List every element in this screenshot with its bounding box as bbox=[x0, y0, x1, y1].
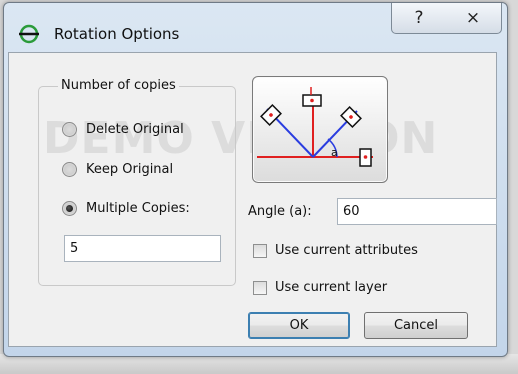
title-bar[interactable]: Rotation Options ? ⨯ bbox=[4, 3, 507, 55]
checkbox[interactable] bbox=[253, 280, 267, 295]
checkbox-label: Use current attributes bbox=[275, 243, 418, 258]
help-icon: ? bbox=[414, 8, 424, 28]
radio-label: Keep Original bbox=[86, 162, 174, 177]
close-icon: ⨯ bbox=[465, 8, 481, 28]
checkbox-use-current-layer[interactable]: Use current layer bbox=[253, 280, 387, 295]
checkbox[interactable] bbox=[253, 243, 267, 258]
radio-label: Multiple Copies: bbox=[86, 201, 190, 216]
rotation-preview-image: a bbox=[252, 76, 388, 183]
checkbox-label: Use current layer bbox=[275, 280, 388, 295]
rotation-diagram: a bbox=[257, 87, 373, 167]
radio-multiple-copies[interactable]: Multiple Copies: bbox=[62, 201, 190, 216]
radio-delete-original[interactable]: Delete Original bbox=[62, 122, 184, 137]
radio-keep-original[interactable]: Keep Original bbox=[62, 162, 173, 177]
radio-button[interactable] bbox=[62, 122, 77, 137]
copies-count-input[interactable]: 5 bbox=[64, 235, 221, 262]
cancel-button[interactable]: Cancel bbox=[364, 312, 468, 339]
ok-button[interactable]: OK bbox=[248, 312, 350, 339]
radio-button-selected[interactable] bbox=[62, 201, 77, 216]
copies-group-label: Number of copies bbox=[58, 78, 179, 93]
angle-label: Angle (a): bbox=[248, 204, 312, 219]
angle-symbol-label: a bbox=[331, 146, 338, 159]
help-button[interactable]: ? bbox=[391, 3, 447, 34]
radio-button[interactable] bbox=[62, 162, 77, 177]
window-title: Rotation Options bbox=[54, 25, 180, 43]
close-button[interactable]: ⨯ bbox=[445, 3, 502, 34]
angle-input[interactable]: 60 bbox=[337, 198, 497, 225]
background-taskbar-strip bbox=[0, 354, 518, 374]
radio-selected-dot bbox=[66, 205, 73, 212]
rotate-app-icon bbox=[19, 24, 39, 44]
checkbox-use-current-attributes[interactable]: Use current attributes bbox=[253, 243, 418, 258]
radio-label: Delete Original bbox=[86, 122, 184, 137]
